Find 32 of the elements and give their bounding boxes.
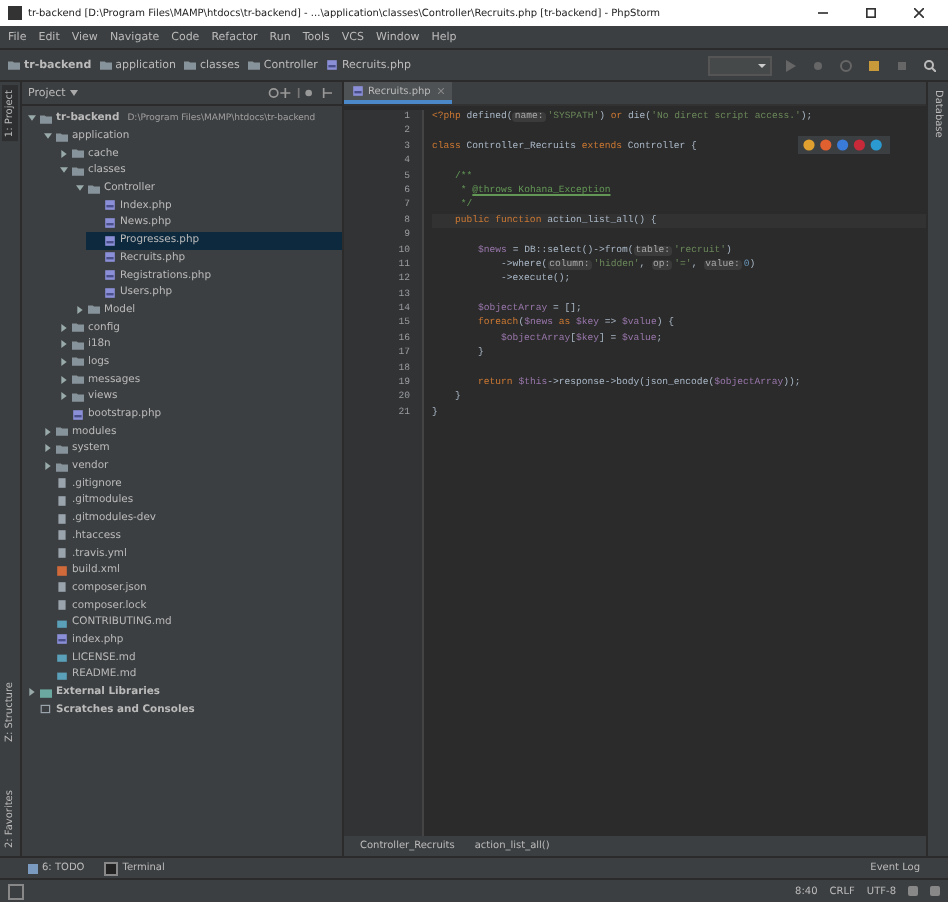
collapsed-arrow-icon <box>60 149 68 158</box>
search-icon[interactable] <box>924 59 936 71</box>
php-file-icon <box>104 252 116 263</box>
run-icon[interactable] <box>784 59 796 71</box>
php-file-icon <box>104 287 116 298</box>
panel-toolbar-icons[interactable] <box>268 88 336 98</box>
stop-icon[interactable] <box>896 59 908 71</box>
layout-icon[interactable] <box>8 883 24 899</box>
folder-icon <box>99 60 112 70</box>
dropdown-caret-icon[interactable] <box>69 90 78 96</box>
caret-icon <box>758 63 766 67</box>
php-file-icon <box>104 200 116 211</box>
php-file-icon <box>104 217 116 228</box>
php-file-icon <box>56 634 68 645</box>
maximize-icon[interactable] <box>866 8 876 18</box>
scratch-icon <box>40 704 52 715</box>
close-icon[interactable] <box>914 8 924 18</box>
folder-icon <box>8 60 20 70</box>
xml-file-icon <box>56 565 68 576</box>
php-file-icon <box>104 235 116 246</box>
php-file-icon <box>72 409 84 420</box>
php-file-icon <box>104 270 116 281</box>
folder-icon <box>183 60 196 70</box>
folder-icon <box>247 60 260 70</box>
php-file-icon <box>325 60 338 70</box>
markdown-file-icon <box>56 617 68 628</box>
browser-icons[interactable] <box>798 136 890 154</box>
collapsed-arrow-icon <box>28 688 36 697</box>
library-icon <box>40 687 52 698</box>
minimize-icon[interactable] <box>818 8 828 18</box>
php-file-icon <box>352 86 364 96</box>
app-icon <box>8 6 22 20</box>
